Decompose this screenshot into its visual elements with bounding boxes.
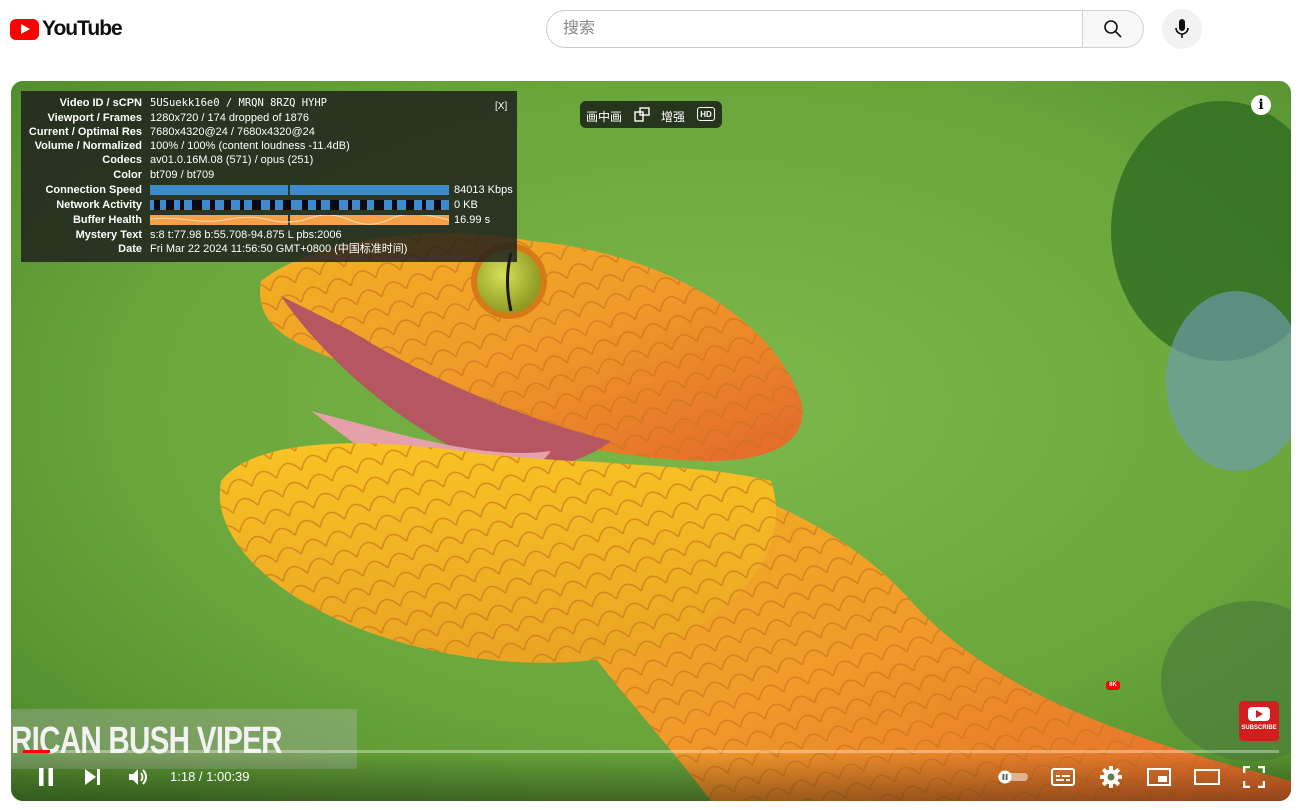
connection-speed-graph <box>150 185 449 195</box>
autoplay-toggle[interactable] <box>996 763 1030 791</box>
video-player[interactable]: Video ID / sCPN 5USuekk16e0 / MRQN 8RZQ … <box>11 81 1291 801</box>
logo-text: YouTube <box>42 17 123 40</box>
youtube-logo[interactable]: YouTube <box>10 17 123 41</box>
subtitles-button[interactable] <box>1049 763 1077 791</box>
miniplayer-button[interactable] <box>1145 763 1173 791</box>
search-box <box>546 10 1144 48</box>
theater-mode-button[interactable] <box>1193 763 1221 791</box>
stats-row-mystery-text: Mystery Text s:8 t:77.98 b:55.708-94.875… <box>75 229 342 241</box>
subscribe-label: SUBSCRIBE <box>1241 725 1277 731</box>
fullscreen-icon <box>1243 766 1265 788</box>
theater-mode-icon <box>1194 769 1220 785</box>
settings-button[interactable] <box>1097 763 1125 791</box>
microphone-icon <box>1175 19 1189 38</box>
stats-row-video-id: Video ID / sCPN 5USuekk16e0 / MRQN 8RZQ … <box>59 97 328 109</box>
enhance-button[interactable]: 增强 <box>661 108 685 125</box>
extension-toolbar: 画中画 增强 HD <box>580 101 722 128</box>
hd-button[interactable]: HD <box>697 107 715 121</box>
volume-button[interactable] <box>125 763 153 791</box>
stats-for-nerds-panel: Video ID / sCPN 5USuekk16e0 / MRQN 8RZQ … <box>21 91 517 262</box>
stats-row-codecs: Codecs av01.0.16M.08 (571) / opus (251) <box>102 154 314 166</box>
stats-row-volume: Volume / Normalized 100% / 100% (content… <box>34 140 350 152</box>
stats-row-buffer-health: Buffer Health 16.99 s <box>72 214 491 226</box>
search-icon <box>1104 20 1122 38</box>
gear-icon <box>1100 766 1122 788</box>
pause-icon <box>39 768 53 786</box>
pause-button[interactable] <box>32 763 60 791</box>
stats-row-resolution: Current / Optimal Res 7680x4320@24 / 768… <box>28 126 315 138</box>
pip-button[interactable]: 画中画 <box>586 108 622 125</box>
time-display: 1:18 / 1:00:39 <box>170 769 250 784</box>
stats-row-network-activity: Network Activity 0 KB <box>56 199 478 211</box>
quality-badge: 8K <box>1106 681 1120 690</box>
next-button[interactable] <box>79 763 107 791</box>
stats-row-color: Color bt709 / bt709 <box>113 169 215 181</box>
fullscreen-button[interactable] <box>1240 763 1268 791</box>
search-button[interactable] <box>1082 10 1144 48</box>
stats-row-date: Date Fri Mar 22 2024 11:56:50 GMT+0800 (… <box>118 243 408 255</box>
info-icon[interactable]: i <box>1251 95 1271 115</box>
subscribe-watermark[interactable]: SUBSCRIBE <box>1239 701 1279 741</box>
youtube-play-icon <box>10 18 39 40</box>
search-input[interactable] <box>546 10 1082 48</box>
autoplay-toggle-icon <box>998 770 1028 784</box>
youtube-subscribe-icon <box>1248 707 1270 721</box>
network-activity-graph <box>150 200 449 210</box>
player-controls: 1:18 / 1:00:39 <box>11 753 1291 801</box>
miniplayer-icon <box>1147 768 1171 786</box>
volume-icon <box>129 769 147 785</box>
stats-row-connection-speed: Connection Speed 84013 Kbps <box>45 184 513 196</box>
masthead: YouTube <box>0 0 1303 58</box>
stats-row-viewport: Viewport / Frames 1280x720 / 174 dropped… <box>47 112 310 124</box>
buffer-health-graph <box>150 215 449 225</box>
pip-toggle-icon[interactable] <box>634 107 650 122</box>
skip-next-icon <box>85 769 100 785</box>
voice-search-button[interactable] <box>1162 9 1202 49</box>
subtitles-icon <box>1051 768 1075 786</box>
